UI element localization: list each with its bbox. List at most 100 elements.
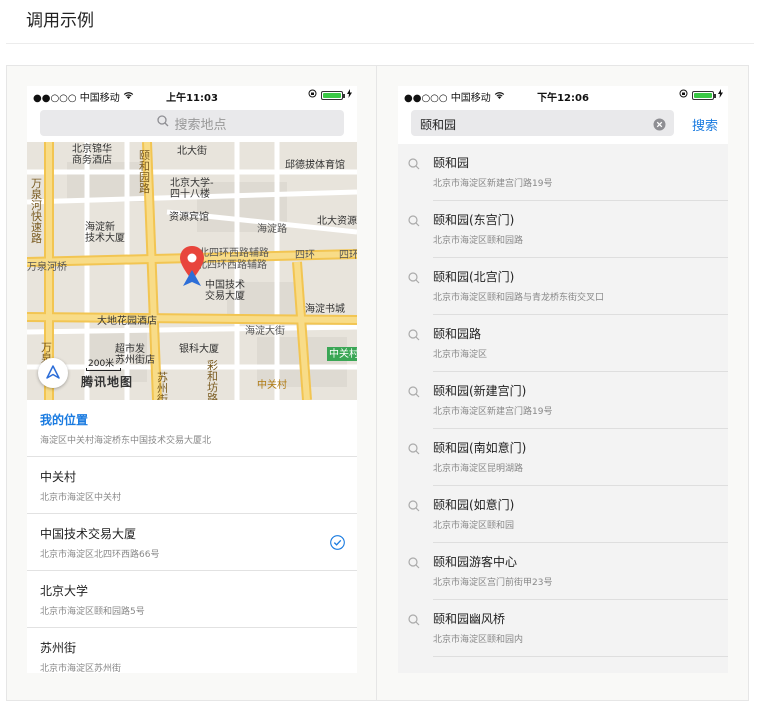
- map-label: 万泉河快速路: [31, 177, 42, 245]
- search-placeholder: 搜索地点: [174, 117, 227, 133]
- result-name: 颐和园路: [433, 327, 482, 341]
- result-address: 北京市海淀区宫门前街甲23号: [433, 578, 553, 588]
- map-view[interactable]: 北京锦华 商务酒店 颐和园路 北大街 北京大学- 四十八楼 邱德拔体育馆 万泉河…: [27, 142, 357, 400]
- result-address: 北京市海淀区: [433, 350, 488, 360]
- checkmark-icon: [330, 535, 345, 554]
- result-address: 北京市海淀区颐和园内: [433, 635, 524, 645]
- map-label: 北大资源: [317, 216, 357, 227]
- clear-icon[interactable]: [653, 116, 666, 135]
- map-label: 北四环西路辅路: [197, 260, 267, 271]
- place-list-item[interactable]: 中国技术交易大厦北京市海淀区北四环西路66号: [27, 514, 357, 571]
- place-list-item[interactable]: 北京大学北京市海淀区颐和园路5号: [27, 571, 357, 628]
- search-icon: [408, 269, 420, 288]
- search-icon: [408, 497, 420, 516]
- locate-me-button[interactable]: [38, 358, 68, 388]
- result-name: 颐和园: [433, 156, 470, 170]
- search-result-item[interactable]: 颐和园(新建宫门) 北京市海淀区新建宫门路19号: [398, 372, 728, 429]
- search-bar: 颐和园 搜索: [398, 104, 728, 144]
- place-list-item[interactable]: 苏州街北京市海淀区苏州街: [27, 628, 357, 673]
- result-address: 北京市海淀区颐和园路与青龙桥东街交叉口: [433, 293, 605, 303]
- result-address: 北京市海淀区新建宫门路19号: [433, 179, 553, 189]
- map-label: 北大街: [177, 146, 207, 157]
- battery-icon: [321, 90, 345, 100]
- search-input[interactable]: 颐和园: [411, 110, 674, 136]
- result-name: 颐和园游客中心: [433, 555, 518, 569]
- result-address: 北京市海淀区新建宫门路19号: [433, 407, 553, 417]
- result-name: 颐和园(北宫门): [433, 270, 515, 284]
- map-label: 彩和坊路: [207, 359, 218, 400]
- page-title: 调用示例: [26, 11, 94, 31]
- search-button[interactable]: 搜索: [692, 115, 718, 134]
- charging-icon: [347, 89, 352, 101]
- map-label: 海淀路: [257, 224, 287, 235]
- search-icon: [408, 611, 420, 630]
- place-name: 我的位置: [40, 413, 89, 427]
- navigation-arrow-icon: [46, 364, 60, 383]
- map-label: 颐和园路: [139, 149, 150, 195]
- orientation-lock-icon: [308, 89, 317, 101]
- map-logo: 腾讯地图: [81, 375, 134, 389]
- search-results-screen: ●●○○○ 中国移动 下午12:06 颐和园 搜索 颐和园北京市海淀区新建宫门路…: [398, 86, 728, 673]
- result-name: 颐和园(如意门): [433, 498, 515, 512]
- result-address: 北京市海淀区颐和园: [433, 521, 515, 531]
- status-bar: ●●○○○ 中国移动 上午11:03: [27, 86, 357, 104]
- place-name: 苏州街: [40, 641, 77, 655]
- charging-icon: [718, 89, 723, 101]
- map-label: 中关村: [329, 349, 357, 360]
- search-input[interactable]: 搜索地点: [40, 110, 344, 136]
- map-label: 中关村: [257, 380, 287, 391]
- place-address: 北京市海淀区苏州街: [40, 664, 122, 673]
- search-result-item[interactable]: 颐和园(东宫门) 北京市海淀区颐和园路: [398, 201, 728, 258]
- map-label: 北四环西路辅路: [199, 248, 269, 259]
- map-label: 海淀书城: [305, 304, 345, 315]
- search-result-item[interactable]: 颐和园(南如意门) 北京市海淀区昆明湖路: [398, 429, 728, 486]
- map-scale-bar: [86, 368, 121, 371]
- result-divider: [433, 656, 728, 657]
- status-bar: ●●○○○ 中国移动 下午12:06: [398, 86, 728, 104]
- search-icon: [408, 383, 420, 402]
- result-name: 颐和园(新建宫门): [433, 384, 527, 398]
- title-divider: [6, 43, 754, 44]
- search-result-item[interactable]: 颐和园游客中心北京市海淀区宫门前街甲23号: [398, 543, 728, 600]
- place-list: 我的位置海淀区中关村海淀桥东中国技术交易大厦北中关村北京市海淀区中关村中国技术交…: [27, 400, 357, 673]
- search-result-item[interactable]: 颐和园北京市海淀区新建宫门路19号: [398, 144, 728, 201]
- place-address: 海淀区中关村海淀桥东中国技术交易大厦北: [40, 436, 212, 446]
- search-result-item[interactable]: 颐和园幽风桥北京市海淀区颐和园内: [398, 600, 728, 657]
- search-icon: [408, 554, 420, 573]
- search-icon: [408, 440, 420, 459]
- search-icon: [408, 326, 420, 345]
- map-label: 大地花园酒店: [97, 316, 157, 327]
- battery-icon: [692, 90, 716, 100]
- place-address: 北京市海淀区中关村: [40, 493, 122, 503]
- search-query: 颐和园: [420, 118, 457, 132]
- map-label: 北京锦华 商务酒店: [72, 144, 112, 166]
- result-address: 北京市海淀区昆明湖路: [433, 464, 524, 474]
- map-label: 资源宾馆: [169, 212, 209, 223]
- search-bar: 搜索地点: [27, 104, 357, 142]
- place-name: 中国技术交易大厦: [40, 527, 137, 541]
- map-label: 苏州街: [157, 371, 168, 400]
- map-label: 邱德拔体育馆: [285, 160, 345, 171]
- map-label: 北京大学- 四十八楼: [170, 178, 214, 200]
- result-address: 北京市海淀区颐和园路: [433, 236, 524, 246]
- frame-divider: [376, 66, 377, 700]
- place-list-item[interactable]: 中关村北京市海淀区中关村: [27, 457, 357, 514]
- search-result-item[interactable]: 颐和园(北宫门) 北京市海淀区颐和园路与青龙桥东街交叉口: [398, 258, 728, 315]
- place-name: 中关村: [40, 470, 77, 484]
- map-label: 万泉河桥: [27, 262, 67, 273]
- map-label: 海淀新 技术大厦: [85, 222, 125, 244]
- orientation-lock-icon: [679, 89, 688, 101]
- result-name: 颐和园幽风桥: [433, 612, 506, 626]
- map-label: 银科大厦: [179, 344, 219, 355]
- user-direction-icon: [183, 270, 201, 290]
- map-picker-screen: ●●○○○ 中国移动 上午11:03 搜索地点 北京锦华 商务酒店 颐和园路 北…: [27, 86, 357, 673]
- search-icon: [408, 155, 420, 174]
- place-list-item[interactable]: 我的位置海淀区中关村海淀桥东中国技术交易大厦北: [27, 400, 357, 457]
- result-name: 颐和园(东宫门): [433, 213, 515, 227]
- place-address: 北京市海淀区颐和园路5号: [40, 607, 145, 617]
- place-address: 北京市海淀区北四环西路66号: [40, 550, 160, 560]
- search-result-item[interactable]: 颐和园路北京市海淀区: [398, 315, 728, 372]
- place-name: 北京大学: [40, 584, 89, 598]
- map-label: 中国技术 交易大厦: [205, 280, 245, 302]
- search-result-item[interactable]: 颐和园(如意门) 北京市海淀区颐和园: [398, 486, 728, 543]
